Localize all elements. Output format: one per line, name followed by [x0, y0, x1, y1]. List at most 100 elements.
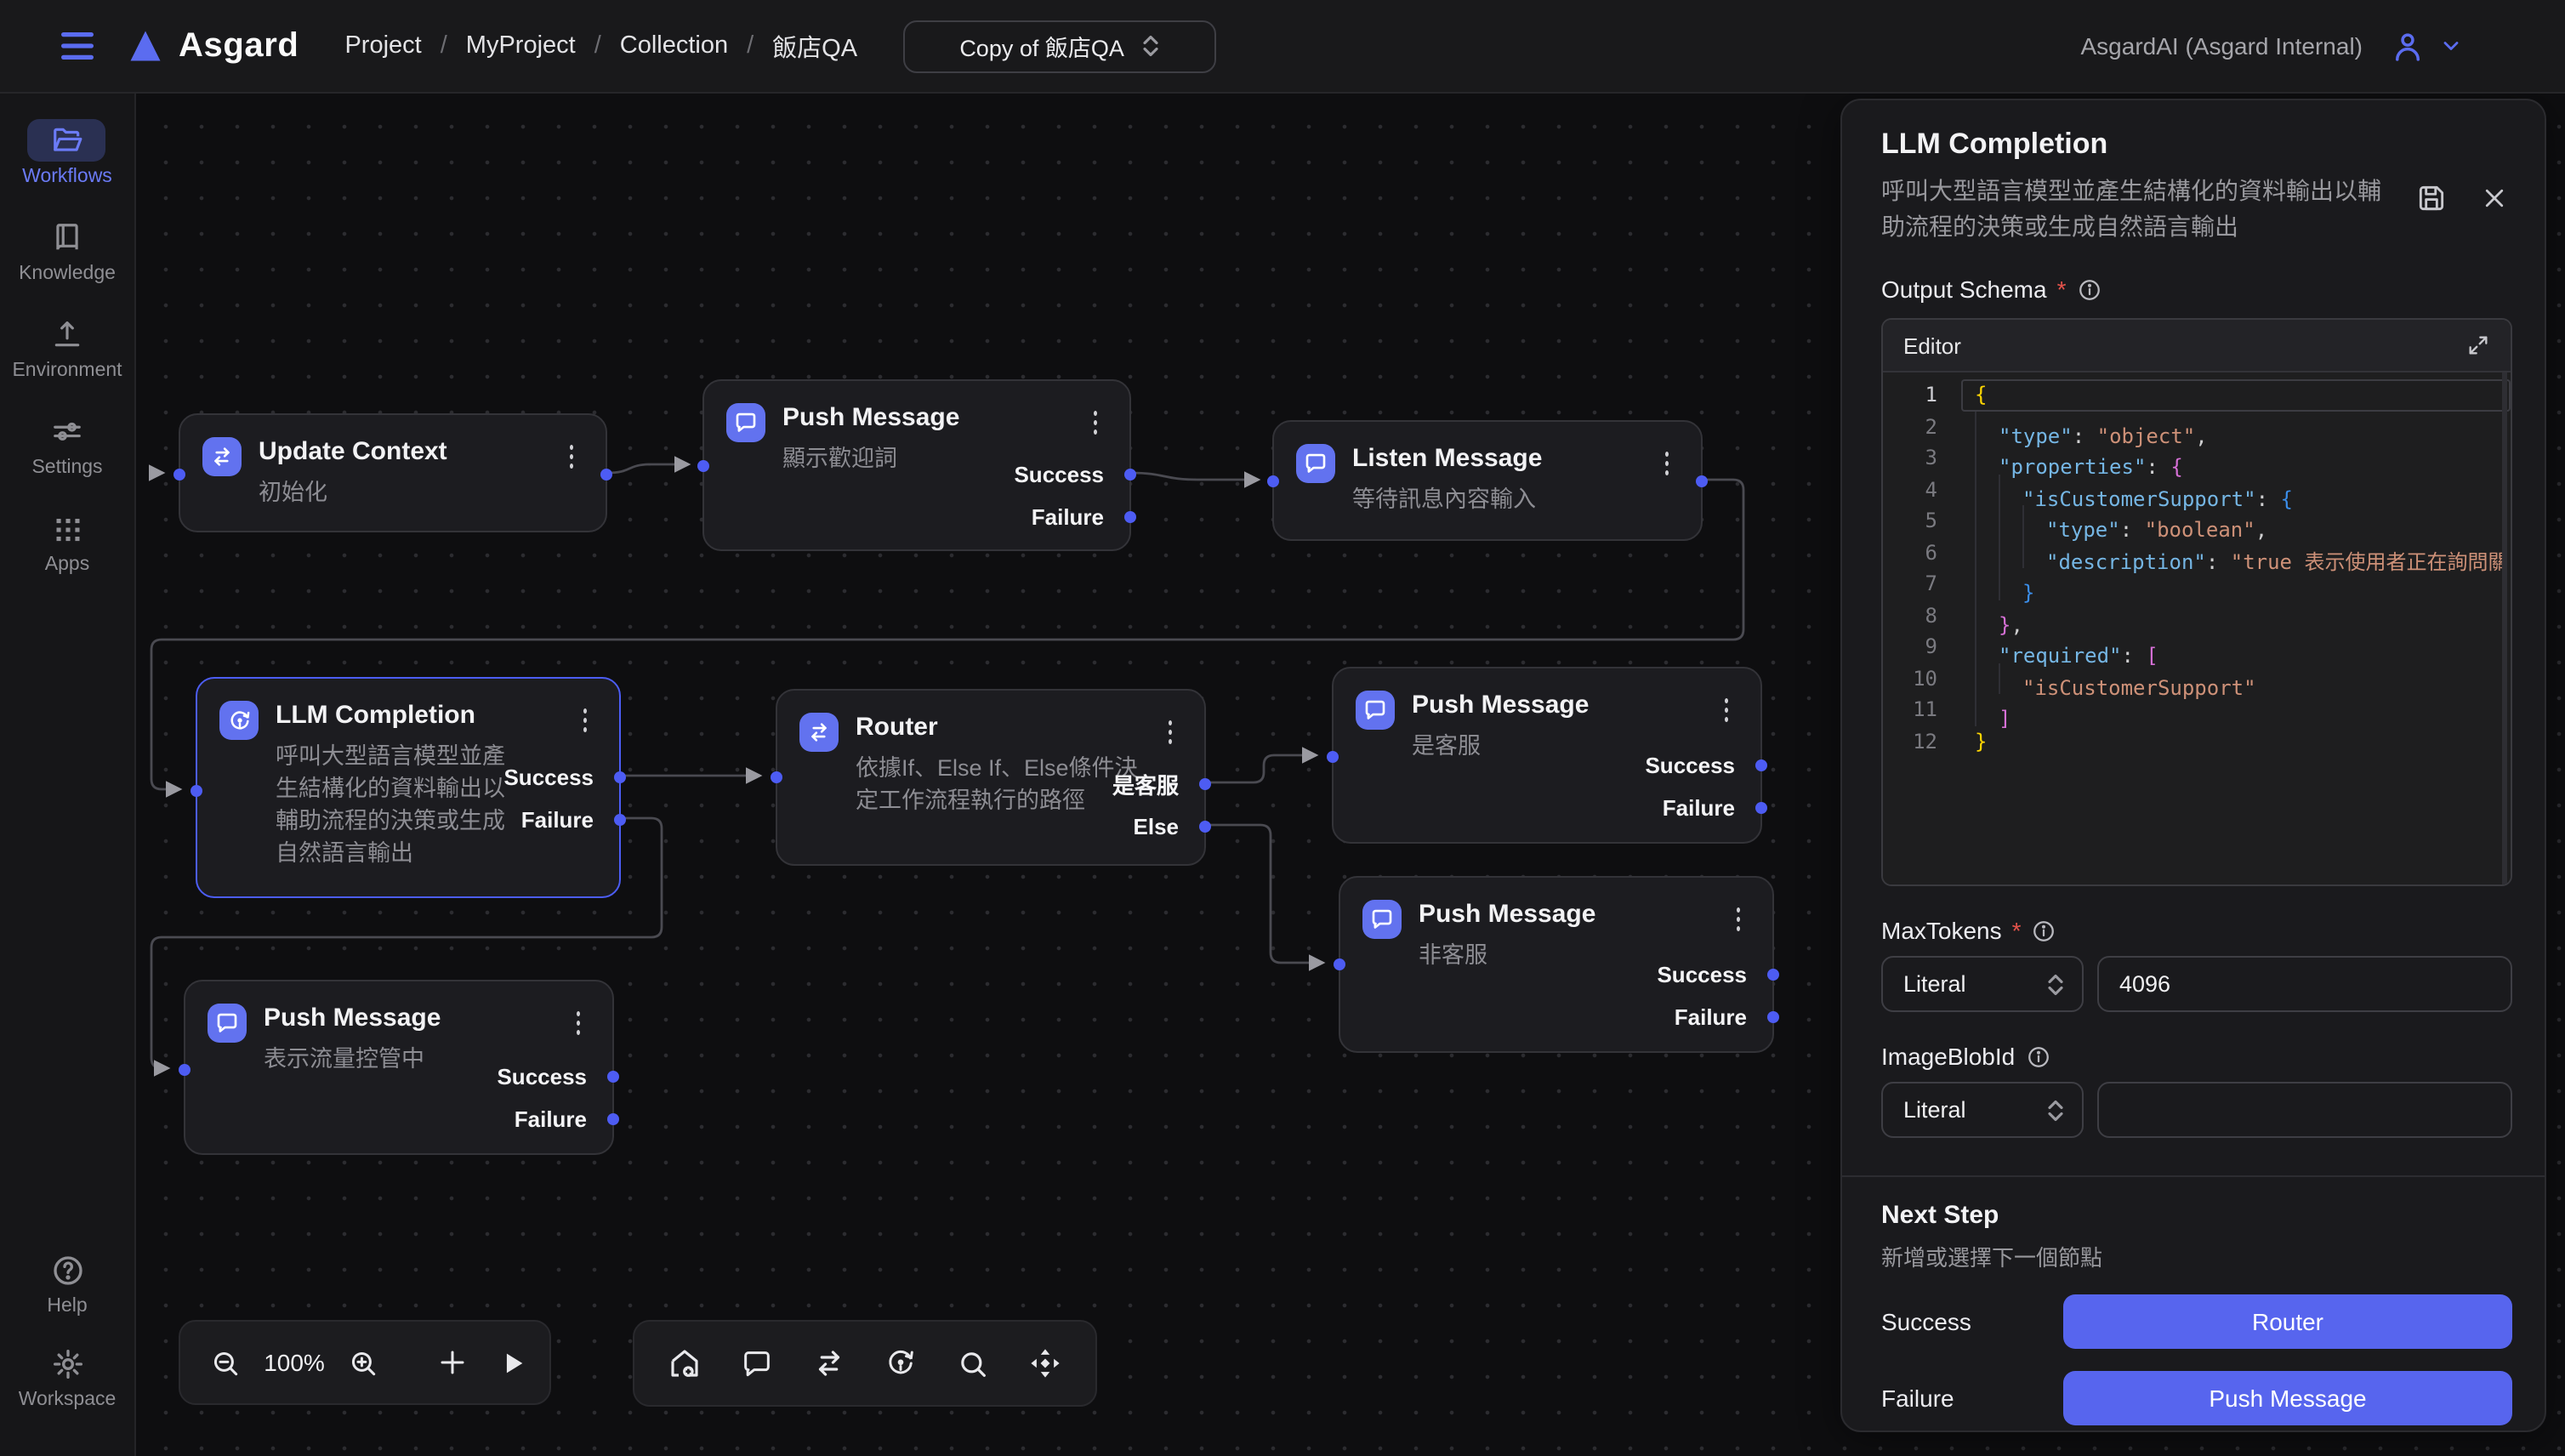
chevron-up-down-icon	[1141, 34, 1160, 58]
node-menu-icon[interactable]	[1715, 694, 1738, 725]
if-port[interactable]	[1199, 778, 1211, 790]
code-editor[interactable]: 1{2"type": "object",3"properties": {4"is…	[1883, 373, 2511, 884]
next-step-success-button[interactable]: Router	[2063, 1294, 2512, 1349]
zoom-out-icon[interactable]	[209, 1346, 242, 1379]
zoom-in-icon[interactable]	[347, 1346, 379, 1379]
hamburger-menu-icon[interactable]	[61, 32, 94, 60]
input-port[interactable]	[1334, 958, 1345, 970]
success-port[interactable]	[607, 1071, 619, 1083]
sidebar-item-environment[interactable]: Environment	[12, 313, 122, 381]
sidebar-item-knowledge[interactable]: Knowledge	[19, 216, 116, 284]
move-icon[interactable]	[1027, 1345, 1063, 1381]
else-port[interactable]	[1199, 821, 1211, 833]
code-line[interactable]: 9"required": [	[1883, 631, 2511, 663]
image-blob-id-label: ImageBlobId	[1881, 1043, 2507, 1070]
node-menu-icon[interactable]	[560, 441, 583, 471]
node-listen-message[interactable]: Listen Message 等待訊息內容輸入	[1272, 420, 1703, 541]
image-blob-id-input[interactable]	[2097, 1082, 2512, 1138]
node-menu-icon[interactable]	[566, 1007, 590, 1038]
sidebar-item-apps[interactable]: Apps	[28, 507, 106, 575]
run-workflow-icon[interactable]	[498, 1348, 527, 1377]
zoom-toolbar: 100%	[179, 1320, 551, 1405]
output-port[interactable]	[600, 469, 612, 481]
sidebar-item-settings[interactable]: Settings	[28, 410, 106, 478]
code-line[interactable]: 4"isCustomerSupport": {	[1883, 474, 2511, 505]
input-port[interactable]	[173, 469, 185, 481]
success-port[interactable]	[1124, 469, 1136, 481]
home-add-icon[interactable]	[667, 1345, 702, 1381]
code-line[interactable]: 2"type": "object",	[1883, 411, 2511, 442]
success-port[interactable]	[1755, 759, 1767, 771]
breadcrumb-collection[interactable]: Collection	[620, 32, 728, 60]
input-port[interactable]	[1327, 751, 1339, 763]
code-line[interactable]: 12}	[1883, 725, 2511, 757]
sidebar-item-workspace[interactable]: Workspace	[19, 1342, 117, 1410]
account-chevron-down-icon[interactable]	[2439, 34, 2463, 58]
info-icon[interactable]	[2025, 1044, 2050, 1069]
next-step-title: Next Step	[1881, 1201, 2512, 1230]
success-port[interactable]	[614, 771, 626, 783]
expand-icon[interactable]	[2466, 333, 2490, 357]
node-push-message-welcome[interactable]: Push Message 顯示歡迎詞 Success Failure	[702, 379, 1131, 551]
info-icon[interactable]	[2032, 918, 2057, 943]
search-icon[interactable]	[956, 1346, 990, 1380]
code-line[interactable]: 7}	[1883, 568, 2511, 600]
sidebar-item-help[interactable]: Help	[28, 1248, 106, 1317]
input-port[interactable]	[1267, 475, 1279, 487]
add-icon[interactable]	[437, 1347, 468, 1378]
node-menu-icon[interactable]	[573, 704, 597, 735]
input-port[interactable]	[179, 1064, 191, 1076]
inspector-panel: LLM Completion 呼叫大型語言模型並產生結構化的資料輸出以輔助流程的…	[1840, 99, 2546, 1432]
swap-arrows-icon[interactable]	[810, 1345, 846, 1381]
output-port[interactable]	[1696, 475, 1708, 487]
user-avatar-icon[interactable]	[2390, 28, 2426, 64]
breadcrumb-myproject[interactable]: MyProject	[466, 32, 576, 60]
node-push-message-throttle[interactable]: Push Message 表示流量控管中 Success Failure	[184, 980, 614, 1155]
sidebar: Workflows Knowledge Environment Settings…	[0, 94, 136, 1456]
inspector-description: 呼叫大型語言模型並產生結構化的資料輸出以輔助流程的決策或生成自然語言輸出	[1881, 173, 2392, 245]
code-line[interactable]: 3"properties": {	[1883, 442, 2511, 474]
max-tokens-input[interactable]	[2097, 956, 2512, 1012]
help-icon	[50, 1253, 84, 1287]
breadcrumb-current[interactable]: 飯店QA	[772, 28, 857, 64]
code-line[interactable]: 10"isCustomerSupport"	[1883, 663, 2511, 694]
required-asterisk: *	[2012, 917, 2022, 944]
sidebar-item-workflows[interactable]: Workflows	[22, 119, 112, 187]
node-push-message-support[interactable]: Push Message 是客服 Success Failure	[1332, 667, 1762, 844]
close-icon[interactable]	[2482, 185, 2507, 211]
code-line[interactable]: 1{	[1883, 379, 2511, 411]
node-menu-icon[interactable]	[1158, 716, 1182, 747]
failure-port[interactable]	[1767, 1011, 1779, 1023]
code-line[interactable]: 5"type": "boolean",	[1883, 505, 2511, 537]
info-icon[interactable]	[2076, 276, 2101, 302]
failure-port[interactable]	[1755, 802, 1767, 814]
code-line[interactable]: 11]	[1883, 694, 2511, 725]
input-port[interactable]	[191, 785, 202, 797]
save-icon[interactable]	[2415, 182, 2448, 214]
node-menu-icon[interactable]	[1726, 903, 1750, 934]
input-port[interactable]	[697, 460, 709, 472]
code-line[interactable]: 6"description": "true 表示使用者正在詢問關	[1883, 537, 2511, 568]
success-port[interactable]	[1767, 969, 1779, 981]
code-line[interactable]: 8},	[1883, 600, 2511, 631]
failure-port[interactable]	[607, 1113, 619, 1125]
next-step-failure-button[interactable]: Push Message	[2063, 1371, 2512, 1425]
image-blob-id-mode-select[interactable]: Literal	[1881, 1082, 2084, 1138]
node-llm-completion[interactable]: LLM Completion 呼叫大型語言模型並產生結構化的資料輸出以輔助流程的…	[196, 677, 621, 898]
workflow-selector-dropdown[interactable]: Copy of 飯店QA	[903, 20, 1216, 72]
node-push-message-not-support[interactable]: Push Message 非客服 Success Failure	[1339, 876, 1774, 1053]
chat-bubble-icon[interactable]	[739, 1346, 773, 1380]
llm-bulb-icon	[219, 701, 259, 740]
input-port[interactable]	[771, 771, 782, 783]
node-menu-icon[interactable]	[1083, 407, 1107, 437]
node-menu-icon[interactable]	[1655, 447, 1679, 478]
node-router[interactable]: Router 依據If、Else If、Else條件決定工作流程執行的路徑 是客…	[776, 689, 1206, 866]
breadcrumb-project[interactable]: Project	[344, 32, 421, 60]
chat-bubble-icon	[1362, 900, 1402, 939]
edge-update-to-push	[607, 464, 689, 473]
failure-port[interactable]	[614, 814, 626, 826]
max-tokens-mode-select[interactable]: Literal	[1881, 956, 2084, 1012]
llm-bulb-icon[interactable]	[884, 1345, 919, 1381]
failure-port[interactable]	[1124, 511, 1136, 523]
node-update-context[interactable]: Update Context 初始化	[179, 413, 607, 532]
